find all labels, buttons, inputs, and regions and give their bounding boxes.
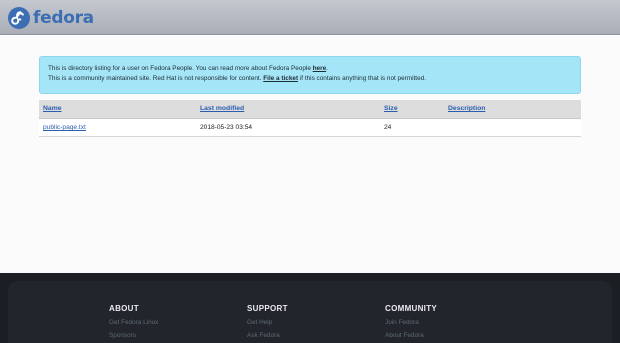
footer-link[interactable]: Join Fedora <box>385 319 437 326</box>
fedora-logo[interactable]: fedora <box>8 6 94 29</box>
file-ticket-link[interactable]: File a ticket <box>263 75 298 82</box>
notice-line-1-end: . <box>326 65 328 72</box>
file-name-link[interactable]: public-page.txt <box>43 124 86 131</box>
site-header: fedora <box>0 0 620 35</box>
main-content: This is directory listing for a user on … <box>0 36 620 273</box>
footer-heading: SUPPORT <box>247 304 288 313</box>
notice-line-1: This is directory listing for a user on … <box>48 64 580 74</box>
column-header-last-modified[interactable]: Last modified <box>200 105 244 112</box>
notice-line-2: This is a community maintained site. Red… <box>48 74 580 84</box>
column-header-name[interactable]: Name <box>43 105 62 112</box>
footer-heading: COMMUNITY <box>385 304 438 313</box>
notice-line-1-text: This is directory listing for a user on … <box>48 65 313 72</box>
footer-link[interactable]: Sponsors <box>109 332 158 339</box>
file-last-modified: 2018-05-23 03:54 <box>200 124 253 131</box>
fedora-infinity-icon <box>8 6 30 29</box>
here-link[interactable]: here <box>313 65 327 72</box>
footer-heading: ABOUT <box>109 304 139 313</box>
footer-link[interactable]: Ask Fedora <box>247 332 288 339</box>
info-notice: This is directory listing for a user on … <box>39 56 581 94</box>
footer-column-about: ABOUT Get Fedora Linux Sponsors <box>109 304 158 339</box>
footer-panel <box>8 281 612 343</box>
table-row: public-page.txt 2018-05-23 03:54 24 <box>39 120 581 137</box>
footer-link[interactable]: About Fedora <box>385 332 437 339</box>
column-header-description[interactable]: Description <box>448 105 485 112</box>
site-footer: ABOUT Get Fedora Linux Sponsors SUPPORT … <box>0 273 620 343</box>
footer-column-support: SUPPORT Get Help Ask Fedora <box>247 304 288 339</box>
footer-link[interactable]: Get Fedora Linux <box>109 319 158 326</box>
file-size: 24 <box>384 124 392 131</box>
column-header-size[interactable]: Size <box>384 105 398 112</box>
footer-link[interactable]: Get Help <box>247 319 288 326</box>
notice-line-2-text: This is a community maintained site. Red… <box>48 75 264 82</box>
notice-line-2-end: if this contains anything that is not pe… <box>298 75 426 82</box>
table-header: Name Last modified Size Description <box>39 100 581 119</box>
footer-column-community: COMMUNITY Join Fedora About Fedora <box>385 304 437 339</box>
logo-wordmark: fedora <box>33 7 94 28</box>
